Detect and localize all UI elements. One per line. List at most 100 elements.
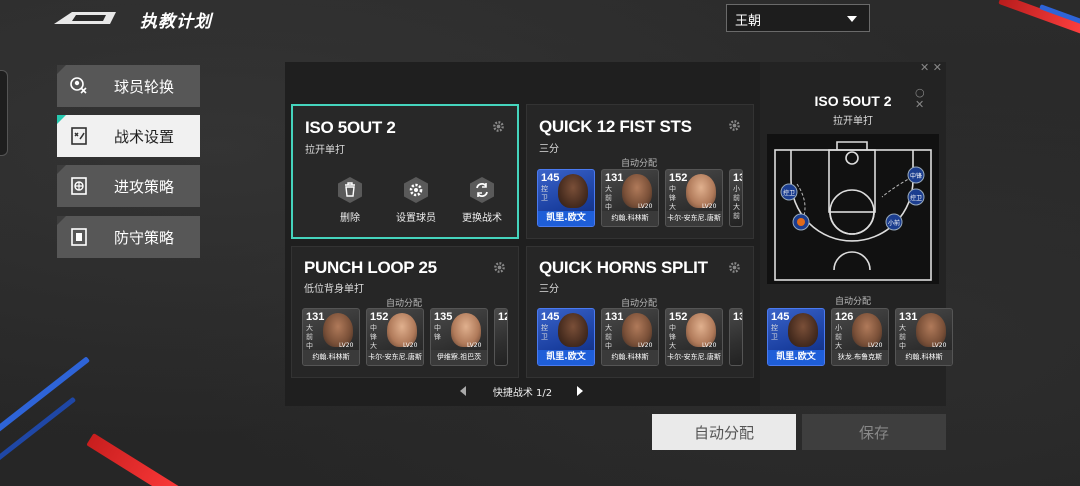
court-position-label: 控卫 xyxy=(783,189,795,197)
player-card[interactable]: 126 小前 大前 LV20 狄龙.布鲁克斯 xyxy=(831,308,889,366)
sidebar-item-defense[interactable]: 防守策略 xyxy=(57,216,200,258)
player-card[interactable]: 13 小前 大前 xyxy=(729,169,743,227)
prev-page-arrow-icon[interactable] xyxy=(460,386,466,396)
player-level: LV20 xyxy=(638,342,653,349)
player-ovr: 12 xyxy=(498,311,507,323)
offense-strategy-icon xyxy=(68,175,90,197)
player-level: LV20 xyxy=(868,342,883,349)
play-type: 低位背身单打 xyxy=(304,284,364,295)
player-card[interactable]: 145 控卫 凯里.欧文 xyxy=(767,308,825,366)
defense-strategy-icon xyxy=(68,226,90,248)
delete-play-button[interactable]: 删除 xyxy=(317,176,383,224)
team-select-value: 王朝 xyxy=(735,14,762,29)
player-card[interactable]: 131 大前 中锋 LV20 约翰.科林斯 xyxy=(601,169,659,227)
court-position-label: 控卫 xyxy=(910,194,922,202)
sidebar-item-label: 进攻策略 xyxy=(114,177,175,196)
player-card[interactable]: 145 控卫 凯里.欧文 xyxy=(537,308,595,366)
action-label: 设置球员 xyxy=(396,213,436,224)
player-card[interactable]: 152 中锋 大前 LV20 卡尔-安东尼.唐斯 xyxy=(665,169,723,227)
player-level: LV20 xyxy=(403,342,418,349)
sidebar-item-label: 防守策略 xyxy=(114,228,175,247)
player-name: 卡尔-安东尼.唐斯 xyxy=(666,211,722,226)
player-name: 约翰.科林斯 xyxy=(896,350,952,365)
player-card[interactable]: 145 控卫 凯里.欧文 xyxy=(537,169,595,227)
save-button[interactable]: 保存 xyxy=(802,414,946,450)
sidebar-item-offense[interactable]: 进攻策略 xyxy=(57,165,200,207)
player-ovr: 145 xyxy=(771,311,790,323)
gear-icon[interactable] xyxy=(493,261,506,274)
player-level: LV20 xyxy=(932,342,947,349)
player-name: 约翰.科林斯 xyxy=(303,350,359,365)
tactics-panel: ISO 5OUT 2 拉开单打 删除 设置球员 更换战术 QUICK 12 FI… xyxy=(285,62,760,406)
player-ovr: 13 xyxy=(733,172,742,184)
sidebar-item-player-rotation[interactable]: 球员轮换 xyxy=(57,65,200,107)
back-arrow-logo-icon[interactable] xyxy=(54,10,116,26)
tactics-board-icon xyxy=(68,125,90,147)
play-name: PUNCH LOOP 25 xyxy=(304,258,437,277)
player-card[interactable]: 13 xyxy=(729,308,743,366)
sidebar-item-label: 战术设置 xyxy=(114,127,175,146)
player-level: LV20 xyxy=(638,203,653,210)
player-ovr: 145 xyxy=(541,172,560,184)
player-card[interactable]: 131 大前 中锋 LV20 约翰.科林斯 xyxy=(302,308,360,366)
player-rotation-icon xyxy=(68,75,90,97)
half-court-diagram: 控卫 中锋 控卫 小前 xyxy=(767,134,939,284)
player-position: 控卫 xyxy=(771,324,778,341)
player-card[interactable]: 12 xyxy=(494,308,508,366)
set-players-button[interactable]: 设置球员 xyxy=(383,176,449,224)
player-name: 凯里.欧文 xyxy=(538,350,594,365)
player-portrait xyxy=(788,313,818,347)
gear-icon[interactable] xyxy=(728,261,741,274)
player-level: LV20 xyxy=(339,342,354,349)
swap-play-button[interactable]: 更换战术 xyxy=(449,176,515,224)
chevron-down-icon xyxy=(847,16,857,22)
player-portrait xyxy=(558,313,588,347)
player-ovr: 131 xyxy=(605,311,624,323)
player-level: LV20 xyxy=(467,342,482,349)
play-card[interactable]: QUICK 12 FIST STS 三分 自动分配 145 控卫 凯里.欧文 1… xyxy=(526,104,754,239)
action-label: 更换战术 xyxy=(462,213,502,224)
swap-icon xyxy=(468,176,496,204)
player-name: 伊维察.祖巴茨 xyxy=(431,350,487,365)
next-page-arrow-icon[interactable] xyxy=(577,386,583,396)
player-card[interactable]: 152 中锋 大前 LV20 卡尔-安东尼.唐斯 xyxy=(366,308,424,366)
player-card[interactable]: 131 大前 中锋 LV20 约翰.科林斯 xyxy=(601,308,659,366)
gear-icon[interactable] xyxy=(728,119,741,132)
player-portrait xyxy=(558,174,588,208)
play-card-selected[interactable]: ISO 5OUT 2 拉开单打 删除 设置球员 更换战术 xyxy=(291,104,519,239)
player-name: 凯里.欧文 xyxy=(768,350,824,365)
auto-assign-button[interactable]: 自动分配 xyxy=(652,414,796,450)
player-position: 小前 大前 xyxy=(733,185,740,220)
player-level: LV20 xyxy=(702,342,717,349)
player-position: 控卫 xyxy=(541,324,548,341)
player-name: 约翰.科林斯 xyxy=(602,211,658,226)
player-level: LV20 xyxy=(702,203,717,210)
side-drawer-handle[interactable] xyxy=(0,70,8,156)
player-card[interactable]: 152 中锋 大前 LV20 卡尔-安东尼.唐斯 xyxy=(665,308,723,366)
play-type: 拉开单打 xyxy=(305,145,345,156)
play-name: QUICK 12 FIST STS xyxy=(539,117,692,136)
player-card[interactable]: 135 中锋 LV20 伊维察.祖巴茨 xyxy=(430,308,488,366)
preview-play-name: ISO 5OUT 2 xyxy=(814,93,892,109)
play-preview-panel: ✕ ✕ ○ ✕ ISO 5OUT 2 拉开单打 控卫 中锋 控卫 小前 自动分配… xyxy=(760,61,953,406)
player-position: 控卫 xyxy=(541,185,548,202)
player-name: 狄龙.布鲁克斯 xyxy=(832,350,888,365)
player-name: 卡尔-安东尼.唐斯 xyxy=(666,350,722,365)
player-card[interactable]: 131 大前 中锋 LV20 约翰.科林斯 xyxy=(895,308,953,366)
court-position-label: 中锋 xyxy=(910,172,922,180)
play-card[interactable]: PUNCH LOOP 25 低位背身单打 自动分配 131 大前 中锋 LV20… xyxy=(291,246,519,378)
player-ovr: 131 xyxy=(306,311,325,323)
player-ovr: 135 xyxy=(434,311,453,323)
play-card[interactable]: QUICK HORNS SPLIT 三分 自动分配 145 控卫 凯里.欧文 1… xyxy=(526,246,754,378)
gear-icon[interactable] xyxy=(492,120,505,133)
sidebar-item-tactics[interactable]: 战术设置 xyxy=(57,115,200,157)
sidebar-item-label: 球员轮换 xyxy=(114,77,175,96)
play-name: QUICK HORNS SPLIT xyxy=(539,258,708,277)
play-type: 三分 xyxy=(539,284,559,295)
play-type: 三分 xyxy=(539,144,559,155)
team-select[interactable]: 王朝 xyxy=(726,4,870,32)
player-name: 卡尔-安东尼.唐斯 xyxy=(367,350,423,365)
player-ovr: 131 xyxy=(605,172,624,184)
player-name: 凯里.欧文 xyxy=(538,211,594,226)
player-position: 中锋 xyxy=(434,324,441,341)
